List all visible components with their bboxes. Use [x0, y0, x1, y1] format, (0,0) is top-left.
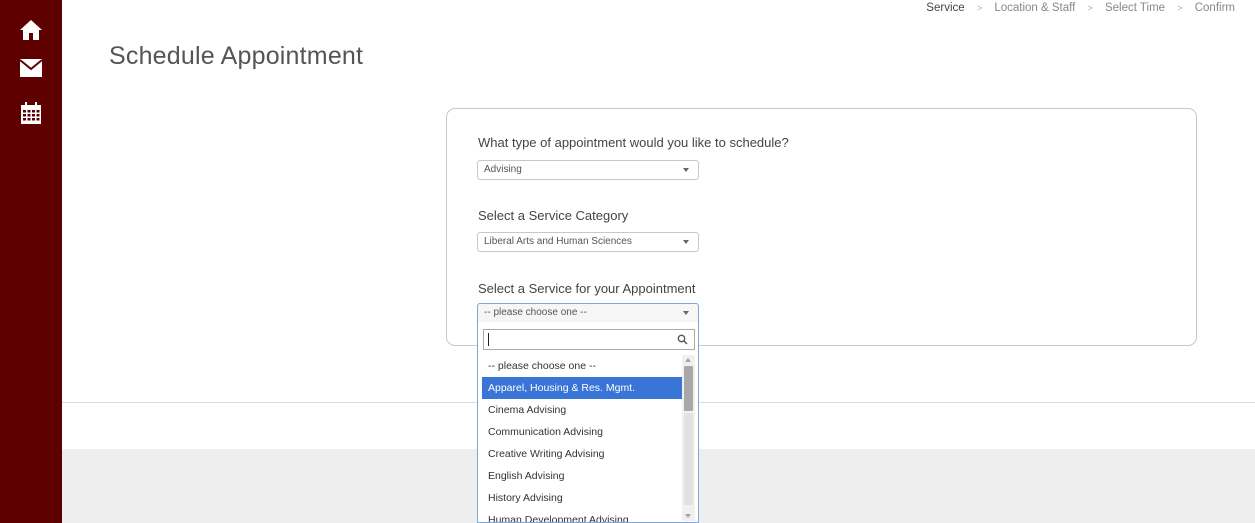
- service-category-value: Liberal Arts and Human Sciences: [484, 236, 632, 247]
- dropdown-options-list: -- please choose one -- Apparel, Housing…: [482, 355, 682, 522]
- service-category-label: Select a Service Category: [478, 208, 629, 223]
- sidebar: [0, 0, 62, 523]
- service-dropdown: -- please choose one -- Apparel, Housing…: [477, 322, 699, 523]
- scroll-down-arrow-icon[interactable]: [685, 514, 691, 518]
- step-location-staff: Location & Staff: [994, 2, 1076, 14]
- chevron-down-icon: [683, 311, 689, 315]
- service-category-select[interactable]: Liberal Arts and Human Sciences: [477, 232, 699, 252]
- dropdown-search-input[interactable]: [483, 329, 695, 350]
- service-label: Select a Service for your Appointment: [478, 281, 696, 296]
- step-service: Service: [926, 2, 965, 14]
- dropdown-option[interactable]: -- please choose one --: [482, 355, 682, 377]
- chevron-down-icon: [683, 168, 689, 172]
- dropdown-option[interactable]: Creative Writing Advising: [482, 443, 682, 465]
- home-icon[interactable]: [0, 10, 62, 50]
- step-separator: >: [976, 3, 983, 13]
- step-separator: >: [1087, 3, 1093, 13]
- step-separator: >: [1177, 3, 1183, 13]
- search-icon: [677, 334, 688, 345]
- service-value: -- please choose one --: [484, 307, 587, 318]
- dropdown-option-highlighted[interactable]: Apparel, Housing & Res. Mgmt.: [482, 377, 682, 399]
- dropdown-option[interactable]: History Advising: [482, 487, 682, 509]
- appointment-type-value: Advising: [484, 164, 522, 175]
- scroll-up-arrow-icon[interactable]: [685, 358, 691, 362]
- mail-icon[interactable]: [0, 48, 62, 88]
- page-title: Schedule Appointment: [109, 42, 364, 70]
- scrollbar-track: [684, 413, 693, 505]
- dropdown-option[interactable]: English Advising: [482, 465, 682, 487]
- scrollbar-thumb[interactable]: [684, 366, 693, 411]
- wizard-steps: Service > Location & Staff > Select Time…: [926, 2, 1235, 14]
- service-select[interactable]: -- please choose one --: [477, 303, 699, 323]
- dropdown-option[interactable]: Human Development Advising: [482, 509, 682, 522]
- step-confirm: Confirm: [1194, 2, 1235, 14]
- step-select-time: Select Time: [1104, 2, 1166, 14]
- appointment-type-select[interactable]: Advising: [477, 160, 699, 180]
- text-cursor: [488, 333, 489, 346]
- chevron-down-icon: [683, 240, 689, 244]
- dropdown-option[interactable]: Cinema Advising: [482, 399, 682, 421]
- dropdown-option[interactable]: Communication Advising: [482, 421, 682, 443]
- dropdown-scrollbar[interactable]: [682, 355, 695, 521]
- calendar-icon[interactable]: [0, 93, 62, 133]
- appointment-type-label: What type of appointment would you like …: [478, 135, 789, 150]
